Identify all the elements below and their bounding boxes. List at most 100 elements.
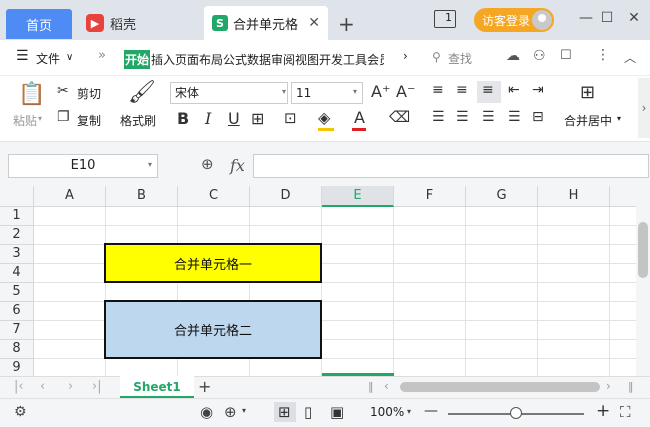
cloud-icon[interactable]: ☁ — [506, 48, 520, 64]
row-header-6[interactable]: 6 — [0, 302, 34, 321]
row-header-2[interactable]: 2 — [0, 226, 34, 245]
file-menu[interactable]: 文件 — [36, 50, 60, 67]
bookmark-icon[interactable]: ☐ — [560, 48, 572, 63]
merge-dropdown-icon[interactable]: ▾ — [617, 114, 621, 123]
name-box-dropdown-icon[interactable]: ▾ — [148, 160, 152, 169]
justify-icon[interactable]: ☰ — [508, 109, 521, 125]
layout-icon[interactable]: ⊕ — [224, 403, 237, 421]
maximize-icon[interactable]: ☐ — [597, 10, 617, 26]
h-scroll-split-icon[interactable]: ‖ — [628, 380, 634, 393]
fullscreen-icon[interactable]: ⛶ — [620, 403, 631, 421]
format-painter-icon[interactable]: 🖌 — [128, 80, 156, 105]
align-center-icon[interactable]: ☰ — [456, 109, 469, 125]
prev-sheet-icon[interactable]: ‹ — [40, 379, 45, 394]
hamburger-icon[interactable]: ☰ — [16, 48, 29, 64]
column-header-f[interactable]: F — [394, 186, 466, 207]
formula-input[interactable] — [253, 154, 649, 178]
merge-center-icon[interactable]: ⊞ — [580, 82, 595, 103]
indent-decrease-icon[interactable]: ⇤ — [508, 82, 520, 98]
tab-home[interactable]: 首页 — [6, 9, 72, 39]
page-break-view-icon[interactable]: ▯ — [304, 403, 312, 421]
paste-dropdown-icon[interactable]: ▾ — [38, 114, 42, 123]
collapse-ribbon-icon[interactable]: ︿ — [624, 49, 636, 66]
minimize-icon[interactable]: — — [576, 10, 596, 26]
column-header-c[interactable]: C — [178, 186, 250, 207]
layout-dropdown-icon[interactable]: ▾ — [242, 406, 246, 415]
tab-daoke[interactable]: ▶ 稻壳 — [78, 6, 200, 40]
zoom-out-button[interactable]: — — [424, 403, 438, 419]
zoom-level[interactable]: 100% — [370, 405, 404, 419]
font-name-dropdown-icon[interactable]: ▾ — [282, 87, 286, 96]
copy-icon[interactable]: ❐ — [57, 109, 70, 125]
cell-style-icon[interactable]: ⊡ — [284, 109, 297, 127]
column-header-a[interactable]: A — [34, 186, 106, 207]
font-name-select[interactable]: 宋体 — [170, 82, 288, 104]
font-size-dropdown-icon[interactable]: ▾ — [353, 87, 357, 96]
normal-view-icon[interactable]: ⊞ — [278, 403, 291, 421]
new-tab-button[interactable]: + — [338, 12, 355, 36]
cut-icon[interactable]: ✂ — [57, 83, 69, 99]
row-header-5[interactable]: 5 — [0, 283, 34, 302]
zoom-slider-knob[interactable] — [510, 407, 522, 419]
copy-button[interactable]: 复制 — [77, 112, 101, 129]
paste-icon[interactable]: 📋 — [18, 82, 45, 107]
merged-cell-two[interactable]: 合并单元格二 — [104, 300, 322, 359]
row-header-9[interactable]: 9 — [0, 359, 34, 376]
cut-button[interactable]: 剪切 — [77, 85, 101, 102]
fill-color-icon[interactable]: ◈ — [318, 108, 330, 127]
macro-record-icon[interactable]: ⚙ — [14, 404, 27, 420]
column-header-e[interactable]: E — [322, 186, 394, 207]
file-dropdown-icon[interactable]: ∨ — [66, 52, 73, 63]
italic-button[interactable]: I — [205, 109, 211, 128]
eye-protection-icon[interactable]: ◉ — [200, 403, 213, 421]
underline-button[interactable]: U — [228, 109, 240, 128]
fx-icon[interactable]: fx — [230, 156, 245, 175]
distributed-icon[interactable]: ⊟ — [532, 109, 544, 125]
borders-icon[interactable]: ⊞ — [251, 109, 264, 128]
guest-login-button[interactable]: 访客登录 — [474, 8, 554, 32]
column-header-b[interactable]: B — [106, 186, 178, 207]
zoom-in-button[interactable]: + — [596, 401, 610, 421]
close-window-icon[interactable]: ✕ — [624, 10, 644, 26]
row-header-7[interactable]: 7 — [0, 321, 34, 340]
merged-cell-one[interactable]: 合并单元格一 — [104, 243, 322, 283]
align-left-icon[interactable]: ☰ — [432, 109, 445, 125]
row-header-3[interactable]: 3 — [0, 245, 34, 264]
share-user-icon[interactable]: ⚇ — [533, 48, 546, 64]
first-sheet-icon[interactable]: |‹ — [14, 379, 24, 394]
page-indicator[interactable]: 1 — [434, 10, 456, 28]
add-sheet-button[interactable]: + — [198, 377, 211, 396]
merge-center-button[interactable]: 合并居中 — [564, 112, 612, 129]
horizontal-scroll-thumb[interactable] — [400, 382, 600, 392]
bold-button[interactable]: B — [177, 109, 189, 128]
more-tabs-icon[interactable]: » — [98, 48, 106, 63]
h-scroll-left-icon[interactable]: ‹ — [384, 379, 389, 393]
indent-increase-icon[interactable]: ⇥ — [532, 82, 544, 98]
row-header-4[interactable]: 4 — [0, 264, 34, 283]
decrease-font-icon[interactable]: A⁻ — [396, 82, 415, 101]
name-box[interactable]: E10 — [8, 154, 158, 178]
column-header-d[interactable]: D — [250, 186, 322, 207]
ribbon-scroll-right-icon[interactable]: › — [403, 49, 408, 63]
row-header-1[interactable]: 1 — [0, 207, 34, 226]
increase-font-icon[interactable]: A⁺ — [371, 82, 390, 101]
h-scroll-split-icon[interactable]: ‖ — [368, 380, 374, 393]
next-sheet-icon[interactable]: › — [68, 379, 73, 394]
font-color-icon[interactable]: A — [354, 108, 365, 127]
page-layout-view-icon[interactable]: ▣ — [330, 403, 344, 421]
close-tab-icon[interactable]: ✕ — [308, 15, 320, 31]
paste-button[interactable]: 粘贴 — [13, 112, 37, 129]
align-bottom-icon[interactable]: ≡ — [482, 82, 494, 98]
last-sheet-icon[interactable]: ›| — [92, 379, 102, 394]
vertical-scroll-thumb[interactable] — [638, 222, 648, 278]
h-scroll-right-icon[interactable]: › — [606, 379, 611, 393]
column-header-h[interactable]: H — [538, 186, 610, 207]
row-header-8[interactable]: 8 — [0, 340, 34, 359]
align-right-icon[interactable]: ☰ — [482, 109, 495, 125]
select-all-corner[interactable] — [0, 186, 34, 207]
zoom-dropdown-icon[interactable]: ▾ — [407, 407, 411, 416]
more-options-icon[interactable]: ⋮ — [596, 47, 610, 63]
ribbon-tab-list[interactable]: 插入页面布局公式数据审阅视图开发工具会员专 — [151, 51, 384, 68]
tab-document[interactable]: S 合并单元格 ✕ — [204, 6, 328, 40]
clear-format-icon[interactable]: ⌫ — [389, 108, 410, 126]
